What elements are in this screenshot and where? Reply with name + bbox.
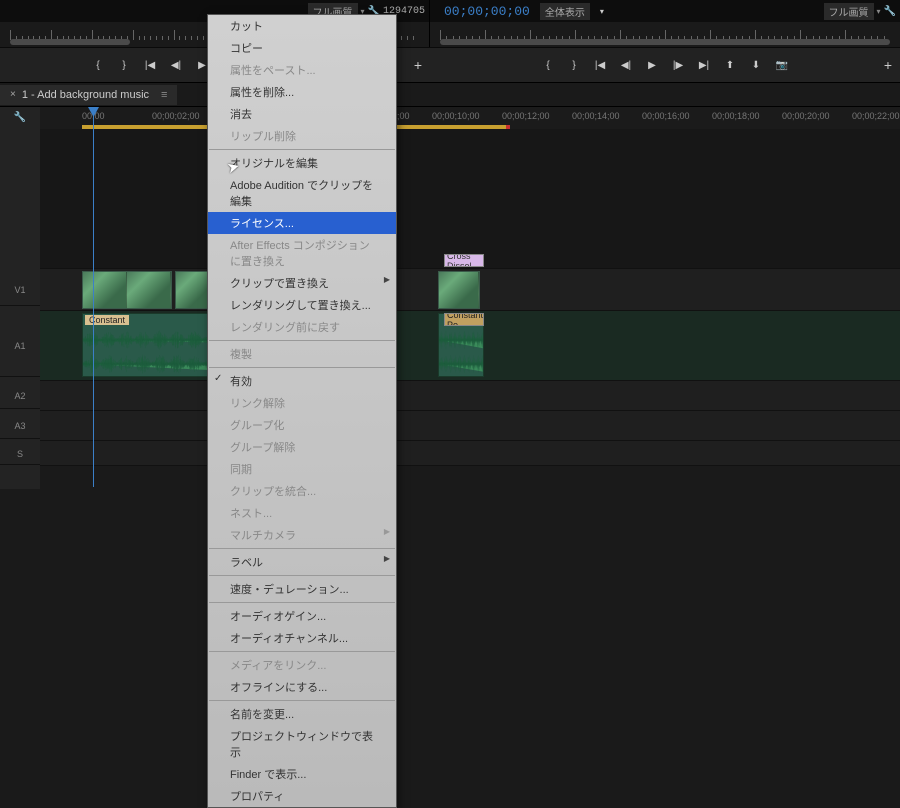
export-frame-button[interactable]: 📷 — [771, 55, 793, 75]
program-timecode[interactable]: 00;00;00;00 — [444, 4, 530, 19]
fit-chevron-icon: ▾ — [600, 7, 604, 16]
menu-item[interactable]: オフラインにする... — [208, 676, 396, 698]
menu-separator — [209, 602, 395, 603]
menu-separator — [209, 149, 395, 150]
track-header-mix[interactable]: S — [0, 443, 40, 465]
program-monitor-panel: 00;00;00;00 全体表示 ▾ フル画質 ▾ 🔧 — [430, 0, 900, 22]
timeline-tick: 00;00;16;00 — [642, 111, 690, 121]
playhead[interactable] — [93, 107, 94, 487]
menu-item[interactable]: クリップで置き換え — [208, 272, 396, 294]
menu-item: メディアをリンク... — [208, 654, 396, 676]
step-back-button[interactable]: ◀| — [615, 55, 637, 75]
track-header-a3[interactable]: A3 — [0, 413, 40, 439]
menu-separator — [209, 340, 395, 341]
track-a1[interactable]: Constant Constant Po — [40, 311, 900, 381]
step-forward-button[interactable]: |▶ — [667, 55, 689, 75]
timeline-tick: 00;00;12;00 — [502, 111, 550, 121]
button-editor[interactable]: + — [884, 57, 892, 73]
go-to-in-button[interactable]: |◀ — [589, 55, 611, 75]
step-back-button[interactable]: ◀| — [165, 55, 187, 75]
menu-item: ネスト... — [208, 502, 396, 524]
timeline-tick: 00;00;18;00 — [712, 111, 760, 121]
menu-item[interactable]: ラベル — [208, 551, 396, 573]
cross-dissolve-transition[interactable]: Cross Dissol — [444, 254, 484, 267]
menu-item[interactable]: プロジェクトウィンドウで表示 — [208, 725, 396, 763]
wrench-icon[interactable]: 🔧 — [884, 6, 896, 17]
menu-item[interactable]: オーディオチャンネル... — [208, 627, 396, 649]
quality-chevron-icon: ▾ — [877, 7, 881, 16]
menu-item[interactable]: 属性を削除... — [208, 81, 396, 103]
lift-button[interactable]: ⬆ — [719, 55, 741, 75]
menu-item[interactable]: 有効 — [208, 370, 396, 392]
menu-item: 属性をペースト... — [208, 59, 396, 81]
menu-separator — [209, 651, 395, 652]
menu-separator — [209, 367, 395, 368]
extract-button[interactable]: ⬇ — [745, 55, 767, 75]
track-v2[interactable] — [40, 129, 900, 269]
menu-item[interactable]: ライセンス... — [208, 212, 396, 234]
menu-item: クリップを統合... — [208, 480, 396, 502]
timeline-tick: 00;00;20;00 — [782, 111, 830, 121]
go-to-in-button[interactable]: |◀ — [139, 55, 161, 75]
menu-separator — [209, 548, 395, 549]
menu-item[interactable]: Finder で表示... — [208, 763, 396, 785]
program-zoom-handle[interactable] — [440, 39, 890, 45]
program-quality-dropdown[interactable]: フル画質 — [824, 3, 874, 20]
button-editor[interactable]: + — [414, 57, 422, 73]
timeline-tick: 00;00;22;00 — [852, 111, 900, 121]
menu-item: 同期 — [208, 458, 396, 480]
mark-out-button[interactable]: } — [113, 55, 135, 75]
audio-clip-label: Constant — [85, 315, 129, 325]
mark-in-button[interactable]: { — [537, 55, 559, 75]
sequence-close-button[interactable]: × — [10, 89, 16, 100]
mark-out-button[interactable]: } — [563, 55, 585, 75]
track-header-v1[interactable]: V1 — [0, 274, 40, 306]
sequence-menu-icon[interactable]: ≡ — [161, 89, 167, 101]
menu-item[interactable]: Adobe Audition でクリップを編集 — [208, 174, 396, 212]
track-a2[interactable] — [40, 381, 900, 411]
clip-context-menu: カットコピー属性をペースト...属性を削除...消去リップル削除オリジナルを編集… — [207, 14, 397, 808]
menu-item: グループ化 — [208, 414, 396, 436]
menu-item[interactable]: コピー — [208, 37, 396, 59]
menu-item: レンダリング前に戻す — [208, 316, 396, 338]
track-header-a2[interactable]: A2 — [0, 383, 40, 409]
track-mix[interactable] — [40, 441, 900, 466]
menu-item[interactable]: カット — [208, 15, 396, 37]
play-button[interactable]: ▶ — [641, 55, 663, 75]
menu-item: After Effects コンポジションに置き換え — [208, 234, 396, 272]
track-v1[interactable]: POV Slow Motion GOPRPOV Surfer on BersCr… — [40, 269, 900, 311]
menu-separator — [209, 700, 395, 701]
constant-power-transition[interactable]: Constant Po — [444, 313, 484, 326]
video-clip[interactable]: POV Slow Motion GOPR — [82, 271, 172, 309]
menu-item[interactable]: オリジナルを編集 — [208, 152, 396, 174]
track-header-a1[interactable]: A1 — [0, 315, 40, 377]
program-ruler[interactable] — [430, 22, 900, 47]
timeline-wrench-icon[interactable]: 🔧 — [0, 107, 40, 127]
timeline-tick: 00;00;10;00 — [432, 111, 480, 121]
timeline-tick: 00;00;02;00 — [152, 111, 200, 121]
program-transport: { } |◀ ◀| ▶ |▶ ▶| ⬆ ⬇ 📷 + — [430, 48, 900, 82]
menu-item: リンク解除 — [208, 392, 396, 414]
timeline-tick: 00;00;14;00 — [572, 111, 620, 121]
sequence-tab[interactable]: × 1 - Add background music ≡ — [0, 85, 177, 105]
menu-item[interactable]: レンダリングして置き換え... — [208, 294, 396, 316]
source-zoom-handle[interactable] — [10, 39, 130, 45]
menu-item[interactable]: オーディオゲイン... — [208, 605, 396, 627]
menu-separator — [209, 575, 395, 576]
menu-item[interactable]: 消去 — [208, 103, 396, 125]
sequence-name: 1 - Add background music — [22, 89, 149, 101]
mark-in-button[interactable]: { — [87, 55, 109, 75]
menu-item: 複製 — [208, 343, 396, 365]
menu-item[interactable]: プロパティ — [208, 785, 396, 807]
go-to-out-button[interactable]: ▶| — [693, 55, 715, 75]
track-a3[interactable] — [40, 411, 900, 441]
menu-item: マルチカメラ — [208, 524, 396, 546]
menu-item[interactable]: 速度・デュレーション... — [208, 578, 396, 600]
video-clip[interactable]: ers — [438, 271, 480, 309]
menu-item[interactable]: 名前を変更... — [208, 703, 396, 725]
menu-item: グループ解除 — [208, 436, 396, 458]
program-fit-dropdown[interactable]: 全体表示 — [540, 3, 590, 20]
menu-item: リップル削除 — [208, 125, 396, 147]
timeline-ruler[interactable]: 00;0000;00;02;0000;00;04;0000;00;06;0000… — [40, 107, 900, 129]
